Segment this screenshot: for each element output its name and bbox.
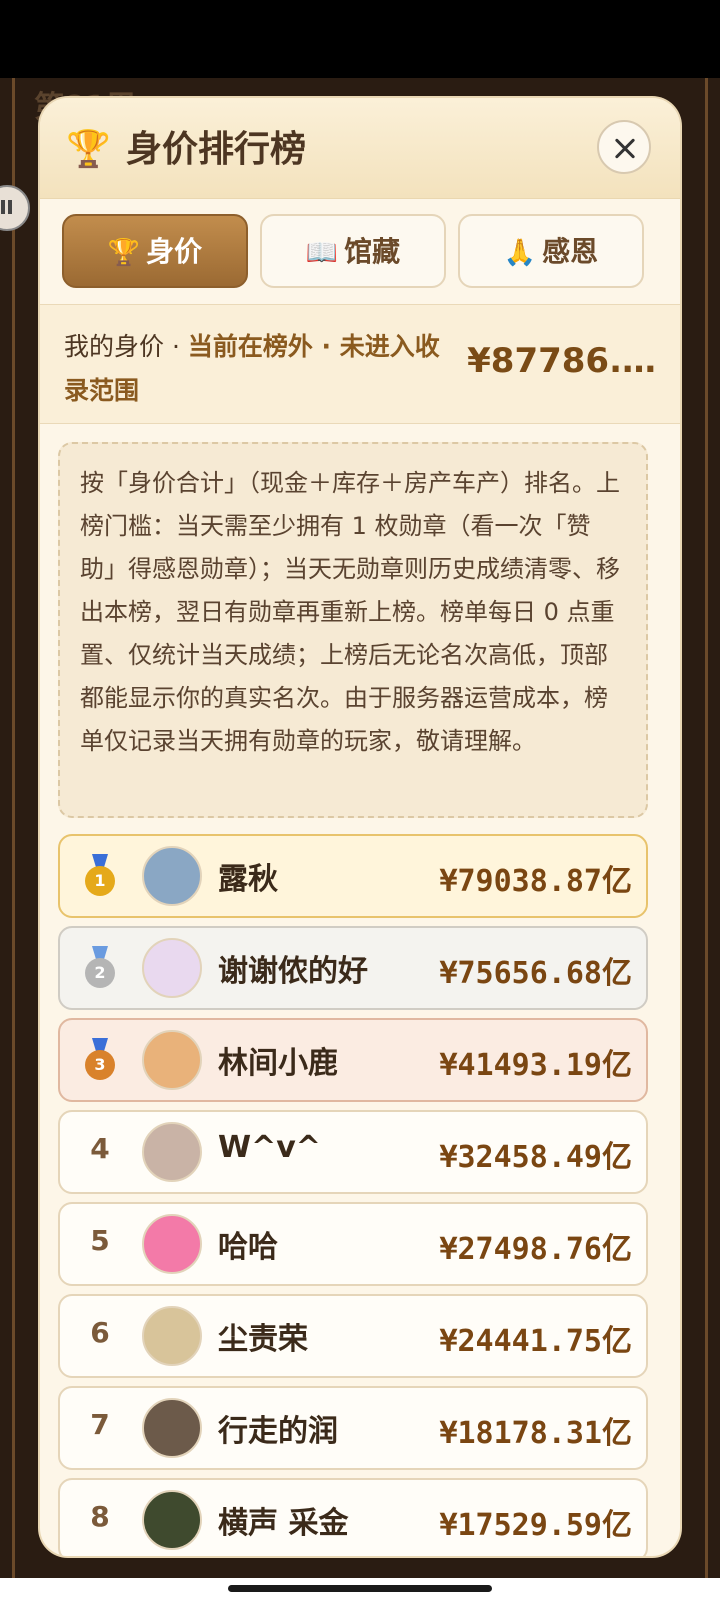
player-net-worth: ¥79038.87亿 [439, 864, 632, 899]
ranking-row[interactable]: 7 行走的润 ¥18178.31亿 [58, 1386, 648, 1470]
player-net-worth: ¥32458.49亿 [439, 1140, 632, 1175]
ranking-row[interactable]: 3 林间小鹿 ¥41493.19亿 [58, 1018, 648, 1102]
avatar[interactable] [142, 1214, 202, 1274]
close-icon [599, 122, 649, 172]
dialog-header: 🏆 身价排行榜 [40, 98, 680, 199]
background-edge-right [705, 78, 708, 1578]
my-net-worth-value: ¥87786.… [467, 341, 656, 381]
home-indicator[interactable] [228, 1585, 492, 1592]
close-button[interactable] [597, 120, 651, 174]
bronze-medal-icon: 3 [82, 1038, 118, 1082]
rank-number: 4 [90, 1132, 110, 1165]
pray-icon: 🙏 [503, 238, 537, 268]
player-name: 哈哈 [218, 1230, 278, 1265]
ranking-row[interactable]: 8 横声 采金 ¥17529.59亿 [58, 1478, 648, 1556]
tab-collection[interactable]: 📖 馆藏 [260, 214, 446, 288]
avatar[interactable] [142, 1122, 202, 1182]
tab-label: 馆藏 [344, 235, 401, 268]
tab-label: 感恩 [542, 235, 599, 268]
player-name: 林间小鹿 [218, 1046, 338, 1081]
avatar[interactable] [142, 846, 202, 906]
player-name: W^v^ [218, 1130, 321, 1165]
tab-bar: 🏆 身价 📖 馆藏 🙏 感恩 [62, 214, 658, 290]
avatar[interactable] [142, 1490, 202, 1550]
trophy-tab-icon: 🏆 [107, 238, 141, 268]
player-name: 谢谢侬的好 [218, 954, 368, 989]
ranking-row[interactable]: 1 露秋 ¥79038.87亿 [58, 834, 648, 918]
ranking-rules-notice: 按「身价合计」（现金＋库存＋房产车产）排名。上榜门槛：当天需至少拥有 1 枚勋章… [58, 442, 648, 818]
player-name: 行走的润 [218, 1414, 338, 1449]
ranking-row[interactable]: 4 W^v^ ¥32458.49亿 [58, 1110, 648, 1194]
avatar[interactable] [142, 1030, 202, 1090]
my-status-row: 我的身价 · 当前在榜外 · 未进入收录范围 ¥87786.… [40, 304, 680, 424]
tab-net-worth[interactable]: 🏆 身价 [62, 214, 248, 288]
player-net-worth: ¥75656.68亿 [439, 956, 632, 991]
player-net-worth: ¥41493.19亿 [439, 1048, 632, 1083]
ranking-row[interactable]: 2 谢谢侬的好 ¥75656.68亿 [58, 926, 648, 1010]
tab-gratitude[interactable]: 🙏 感恩 [458, 214, 644, 288]
rank-number: 6 [90, 1316, 110, 1349]
leaderboard-dialog: 🏆 身价排行榜 🏆 身价 📖 馆藏 🙏 感恩 我的身价 · 当前在榜外 · 未进入收录… [40, 98, 680, 1556]
rank-number: 7 [90, 1408, 110, 1441]
player-net-worth: ¥27498.76亿 [439, 1232, 632, 1267]
player-net-worth: ¥18178.31亿 [439, 1416, 632, 1451]
avatar[interactable] [142, 1306, 202, 1366]
player-net-worth: ¥17529.59亿 [439, 1508, 632, 1543]
avatar[interactable] [142, 1398, 202, 1458]
book-icon: 📖 [305, 238, 339, 268]
background-edge-left [12, 78, 15, 1578]
ranking-row[interactable]: 5 哈哈 ¥27498.76亿 [58, 1202, 648, 1286]
rank-number: 8 [90, 1500, 110, 1533]
ranking-row[interactable]: 6 尘责荣 ¥24441.75亿 [58, 1294, 648, 1378]
player-name: 横声 采金 [218, 1506, 349, 1541]
player-name: 露秋 [218, 862, 278, 897]
rank-number: 5 [90, 1224, 110, 1257]
avatar[interactable] [142, 938, 202, 998]
trophy-icon: 🏆 [66, 129, 111, 170]
player-net-worth: ¥24441.75亿 [439, 1324, 632, 1359]
gold-medal-icon: 1 [82, 854, 118, 898]
tab-label: 身价 [146, 235, 203, 268]
dialog-title: 身价排行榜 [126, 129, 307, 170]
my-status-text: 我的身价 · 当前在榜外 · 未进入收录范围 [64, 325, 464, 413]
my-status-prefix: 我的身价 · [64, 332, 188, 361]
player-name: 尘责荣 [218, 1322, 308, 1357]
silver-medal-icon: 2 [82, 946, 118, 990]
